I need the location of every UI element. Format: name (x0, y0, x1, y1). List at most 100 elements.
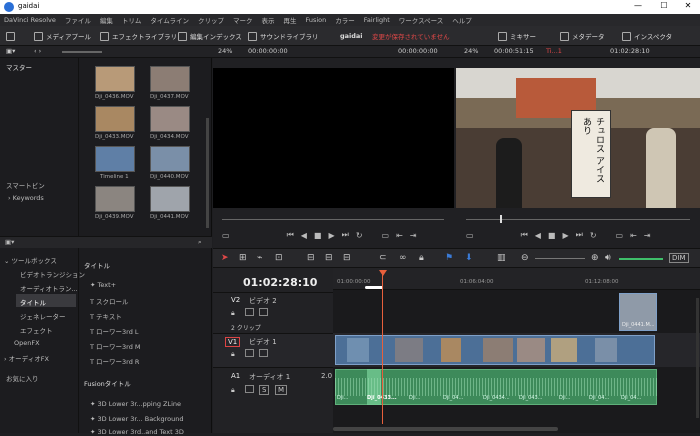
track-mute-button[interactable]: M (275, 385, 288, 395)
sound-library-button[interactable]: サウンドライブラリ (248, 29, 319, 43)
menu-item-mark[interactable]: マーク (233, 15, 253, 25)
zoom-slider[interactable] (535, 258, 585, 259)
loop-icon[interactable]: ↻ (356, 231, 363, 240)
menu-item-view[interactable]: 表示 (261, 15, 274, 25)
menu-item-help[interactable]: ヘルプ (452, 15, 472, 25)
overwrite-clip-icon[interactable]: ⊟ (325, 253, 333, 263)
source-zoom[interactable]: 24% (218, 47, 232, 55)
menu-item-playback[interactable]: 再生 (283, 15, 296, 25)
mark-in-icon[interactable]: ⇤ (396, 231, 403, 240)
title-item[interactable]: T ローワー3rd R (90, 356, 139, 366)
skip-end-icon[interactable]: ⏭ (342, 230, 349, 240)
track-v1-name[interactable]: ビデオ 1 (249, 337, 277, 347)
menu-item-fusion[interactable]: Fusion (305, 16, 326, 24)
timeline-scrollbar[interactable] (333, 426, 700, 432)
search-icon[interactable]: ⌕ (198, 238, 202, 247)
reverse-icon[interactable]: ◀ (535, 231, 541, 240)
zoom-full-icon[interactable]: ▥ (497, 253, 506, 263)
replace-clip-icon[interactable]: ⊟ (343, 253, 351, 263)
metadata-button[interactable]: メタデータ (560, 29, 605, 43)
play-icon[interactable]: ▶ (328, 231, 334, 240)
timeline-zoom[interactable]: 24% (464, 47, 478, 55)
stop-icon[interactable]: ■ (548, 231, 556, 240)
title-item[interactable]: T テキスト (90, 311, 122, 321)
media-pool-button[interactable]: メディアプール (34, 29, 91, 43)
track-enable-icon[interactable] (245, 308, 257, 316)
fusion-title-item[interactable]: ✦ 3D Lower 3r... Background (90, 415, 184, 423)
mark-out-icon[interactable]: ⇥ (644, 231, 651, 240)
track-visible-icon[interactable] (259, 308, 271, 316)
fx-generators[interactable]: ジェネレーター (20, 311, 66, 321)
loop-icon[interactable]: ↻ (590, 231, 597, 240)
zoom-in-icon[interactable]: ⊕ (591, 253, 599, 263)
fx-effects[interactable]: エフェクト (20, 325, 53, 335)
media-thumbnail[interactable] (95, 66, 135, 92)
track-v1-id[interactable]: V1 (225, 337, 241, 347)
close-button[interactable]: ✕ (678, 1, 698, 13)
title-item[interactable]: T スクロール (90, 296, 129, 306)
skip-end-icon[interactable]: ⏭ (576, 230, 583, 240)
menu-item-clip[interactable]: クリップ (198, 15, 224, 25)
menu-item-edit[interactable]: 編集 (100, 15, 113, 25)
bin-master[interactable]: マスター (6, 62, 32, 72)
insert-icon[interactable]: ▭ (382, 231, 390, 240)
thumb-size-slider[interactable] (62, 51, 102, 53)
timeline-playhead-marker[interactable] (500, 215, 502, 223)
timeline-name[interactable]: Ti...1 (546, 47, 562, 55)
effects-library-button[interactable]: エフェクトライブラリ (100, 29, 177, 43)
dim-button[interactable]: DIM (669, 253, 689, 263)
view-options-icon[interactable]: ▭ (222, 231, 230, 240)
mixer-button[interactable]: ミキサー (498, 29, 536, 43)
skip-start-icon[interactable]: ⏮ (521, 230, 528, 240)
view-options-icon[interactable]: ▭ (466, 231, 474, 240)
menu-item-file[interactable]: ファイル (65, 15, 91, 25)
insert-clip-icon[interactable]: ⊟ (307, 253, 315, 263)
fx-audiofx[interactable]: › オーディオFX (4, 353, 49, 363)
bin-keywords[interactable]: › Keywords (8, 194, 44, 202)
zoom-out-icon[interactable]: ⊖ (521, 253, 529, 263)
panel-toggle-icon[interactable]: ▣▾ (5, 238, 14, 246)
flag-icon[interactable]: ⚑ (445, 253, 453, 263)
track-enable-icon[interactable] (245, 349, 257, 357)
title-item[interactable]: ✦ Text+ (90, 281, 116, 289)
link-icon[interactable]: ∞ (399, 253, 407, 263)
maximize-button[interactable]: ☐ (654, 1, 674, 13)
blade-tool-icon[interactable]: ⌁ (257, 253, 262, 263)
fx-toolbox[interactable]: ⌄ ツールボックス (4, 255, 57, 265)
volume-icon[interactable]: 🔊︎ (605, 253, 611, 263)
snap-icon[interactable]: ⊂ (379, 253, 387, 263)
menu-item-fairlight[interactable]: Fairlight (364, 16, 390, 24)
timeline-viewer[interactable]: チュロス アイスあり (456, 68, 700, 208)
marker-icon[interactable]: ⬇ (465, 253, 473, 263)
track-lock-icon[interactable]: 🔒︎ (231, 309, 235, 318)
track-a1-name[interactable]: オーディオ 1 (249, 372, 290, 382)
lock-icon[interactable]: 🔒︎ (419, 253, 424, 263)
fx-openfx[interactable]: OpenFX (14, 339, 40, 347)
trim-tool-icon[interactable]: ⊞ (239, 253, 247, 263)
track-v2-name[interactable]: ビデオ 2 (249, 296, 277, 306)
menu-item-workspace[interactable]: ワークスペース (399, 15, 444, 25)
fx-video-transitions[interactable]: ビデオトランジション (20, 269, 85, 279)
edit-index-button[interactable]: 編集インデックス (178, 29, 242, 43)
play-icon[interactable]: ▶ (562, 231, 568, 240)
fx-favorites[interactable]: お気に入り (6, 373, 39, 383)
fx-titles[interactable]: タイトル (20, 297, 46, 307)
media-thumbnail[interactable] (150, 66, 190, 92)
timeline-area[interactable]: 01:00:00:00 01:06:04:00 01:12:08:00 Dji_… (333, 268, 700, 433)
menu-item-timeline[interactable]: タイムライン (150, 15, 189, 25)
media-thumbnail[interactable] (95, 106, 135, 132)
source-scrubber[interactable] (222, 219, 444, 220)
timeline-thumbnail[interactable] (95, 146, 135, 172)
title-item[interactable]: T ローワー3rd M (90, 341, 141, 351)
selection-tool-icon[interactable]: ➤ (221, 253, 229, 263)
media-thumbnail[interactable] (150, 106, 190, 132)
source-viewer[interactable] (213, 68, 454, 208)
dynamic-trim-icon[interactable]: ⊡ (275, 253, 283, 263)
track-lock-icon[interactable]: 🔒︎ (231, 386, 235, 395)
timeline-vscroll[interactable] (696, 298, 699, 418)
menu-item-color[interactable]: カラー (335, 15, 355, 25)
fusion-title-item[interactable]: ✦ 3D Lower 3rd..and Text 3D (90, 428, 184, 436)
timeline-ruler[interactable] (333, 268, 700, 290)
timeline-clip-v2[interactable]: Dji_0441.M... (619, 293, 657, 331)
media-thumbnail[interactable] (150, 186, 190, 212)
